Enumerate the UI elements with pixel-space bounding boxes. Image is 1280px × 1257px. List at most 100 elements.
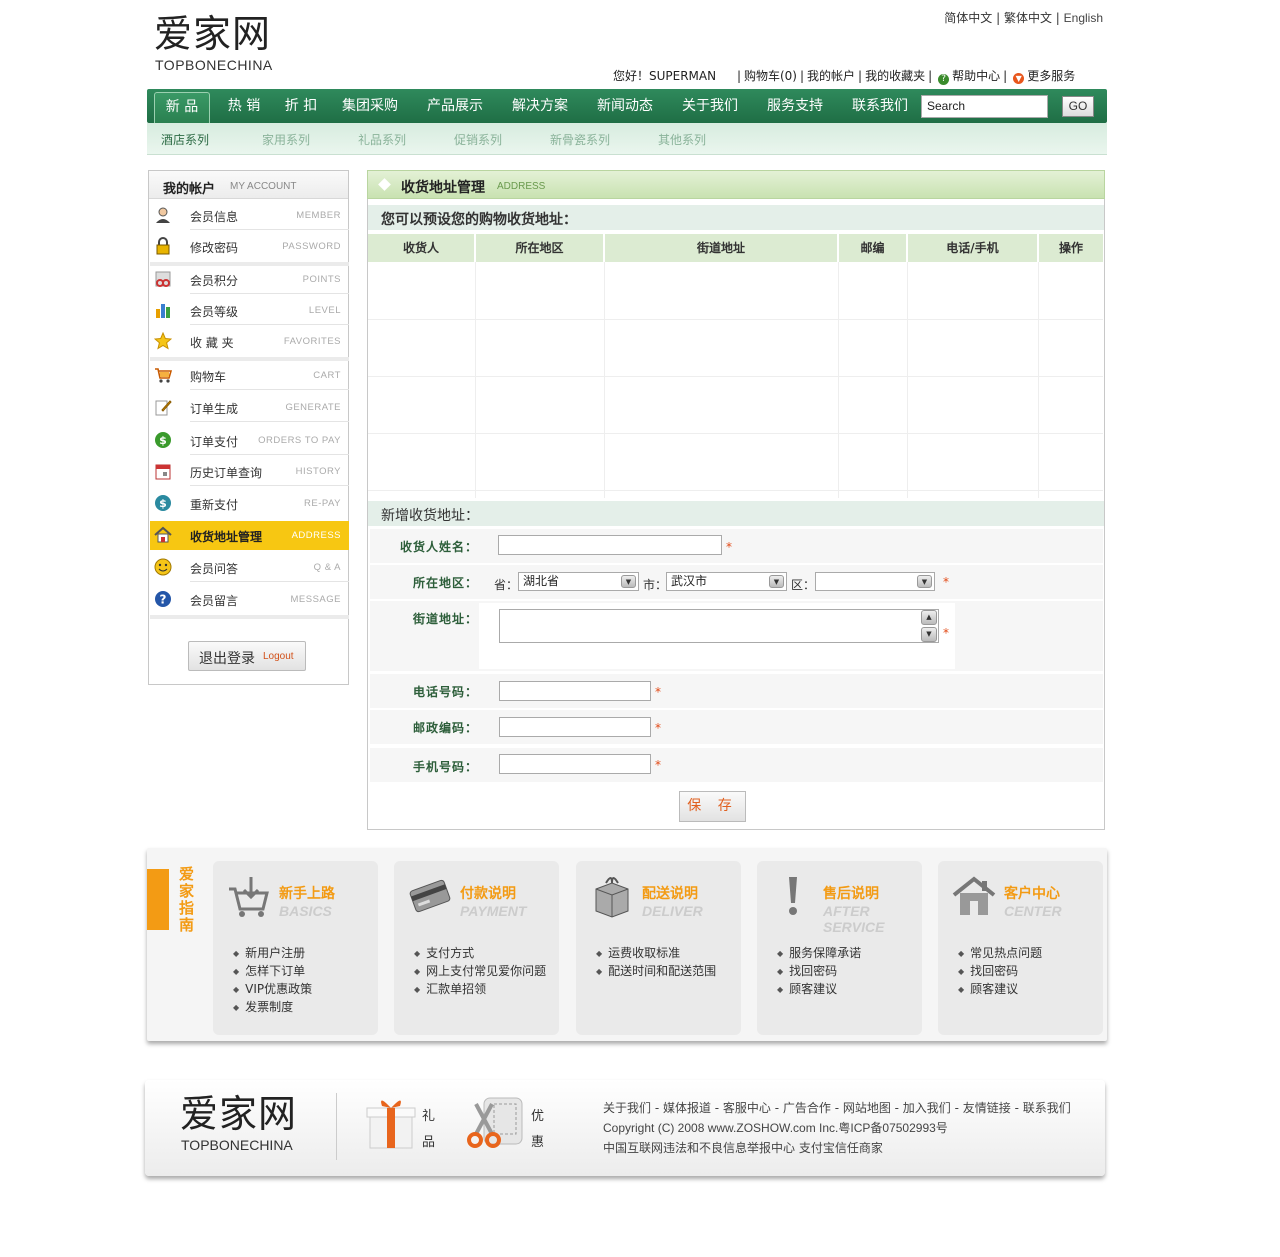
sidebar-item-password[interactable]: 修改密码 PASSWORD <box>150 232 349 261</box>
help-link[interactable]: 帮助中心 <box>952 69 1000 83</box>
sub-nav: 酒店系列 家用系列 礼品系列 促销系列 新骨瓷系列 其他系列 <box>147 123 1107 155</box>
guide-link[interactable]: 发票制度 <box>233 998 312 1016</box>
guide-link[interactable]: 常见热点问题 <box>958 944 1042 962</box>
city-select[interactable]: 武汉市 ▼ <box>666 572 787 591</box>
cart-link[interactable]: 购物车(0) <box>744 69 797 83</box>
nav-item-new[interactable]: 新 品 <box>154 92 210 123</box>
guide-link[interactable]: 新用户注册 <box>233 944 312 962</box>
guide-card-list: 服务保障承诺 找回密码 顾客建议 <box>777 944 861 998</box>
sidebar-item-label-en: RE-PAY <box>304 498 341 509</box>
add-section-header: 新增收货地址： <box>368 500 1104 526</box>
sidebar-item-label-en: POINTS <box>302 274 341 285</box>
house-icon <box>952 876 996 915</box>
lang-traditional-link[interactable]: 繁体中文 <box>1004 11 1052 25</box>
nav-item-products[interactable]: 产品展示 <box>419 89 491 123</box>
coupon-scissors-icon[interactable] <box>464 1094 526 1152</box>
guide-link[interactable]: VIP优惠政策 <box>233 980 312 998</box>
guide-link[interactable]: 顾客建议 <box>958 980 1042 998</box>
nav-item-group-buy[interactable]: 集团采购 <box>334 89 406 123</box>
guide-link[interactable]: 顾客建议 <box>777 980 861 998</box>
subnav-bone-china[interactable]: 新骨瓷系列 <box>550 131 610 148</box>
sidebar-item-favorites[interactable]: 收 藏 夹 FAVORITES <box>150 327 349 356</box>
scroll-up-icon[interactable]: ▲ <box>921 610 937 625</box>
mobile-input[interactable] <box>499 754 651 774</box>
subnav-promo[interactable]: 促销系列 <box>454 131 502 148</box>
search-go-button[interactable]: GO <box>1062 96 1094 117</box>
sidebar-item-cart[interactable]: 购物车 CART <box>150 361 349 390</box>
sidebar-item-label-en: MESSAGE <box>290 594 341 605</box>
sidebar-item-address[interactable]: 收货地址管理 ADDRESS <box>150 521 349 550</box>
sidebar-item-repay[interactable]: $ 重新支付 RE-PAY <box>150 489 349 518</box>
sidebar-item-label-en: GENERATE <box>285 402 341 413</box>
subnav-hotel[interactable]: 酒店系列 <box>161 131 209 148</box>
address-table-header: 收货人 所在地区 街道地址 邮编 电话/手机 操作 <box>368 234 1103 262</box>
textarea-scrollbar[interactable]: ▲ ▼ <box>921 610 937 642</box>
nav-item-hot[interactable]: 热 销 <box>219 89 269 123</box>
zip-input[interactable] <box>499 717 651 737</box>
sidebar-item-label: 订单支付 <box>190 435 239 449</box>
nav-item-about[interactable]: 关于我们 <box>674 89 746 123</box>
guide-link[interactable]: 服务保障承诺 <box>777 944 861 962</box>
footer-nav-links[interactable]: 关于我们 - 媒体报道 - 客服中心 - 广告合作 - 网站地图 - 加入我们 … <box>603 1098 1071 1118</box>
gift-label-top: 礼 <box>422 1109 436 1124</box>
guide-link[interactable]: 配送时间和配送范围 <box>596 962 716 980</box>
sidebar-header: 我的帐户 MY ACCOUNT <box>149 171 348 199</box>
guide-link[interactable]: 网上支付常见爱你问题 <box>414 962 546 980</box>
logout-button[interactable]: 退出登录 Logout <box>188 641 306 671</box>
sidebar-item-label-en: Q & A <box>313 562 341 573</box>
nav-item-news[interactable]: 新闻动态 <box>589 89 661 123</box>
street-address-textarea[interactable] <box>499 609 939 643</box>
sidebar-item-points[interactable]: 会员积分 POINTS <box>150 265 349 294</box>
phone-input[interactable] <box>499 681 651 701</box>
subnav-gift[interactable]: 礼品系列 <box>358 131 406 148</box>
sidebar-item-orders-to-pay[interactable]: $ 订单支付 ORDERS TO PAY <box>150 426 349 455</box>
guide-link[interactable]: 运费收取标准 <box>596 944 716 962</box>
nav-item-solutions[interactable]: 解决方案 <box>504 89 576 123</box>
sidebar-item-message[interactable]: ? 会员留言 MESSAGE <box>150 585 349 614</box>
guide-link[interactable]: 找回密码 <box>958 962 1042 980</box>
subnav-other[interactable]: 其他系列 <box>658 131 706 148</box>
footer-notice[interactable]: 中国互联网违法和不良信息举报中心 支付宝信任商家 <box>603 1138 1071 1158</box>
nav-item-support[interactable]: 服务支持 <box>759 89 831 123</box>
sidebar-item-label: 会员积分 <box>190 274 239 288</box>
province-select[interactable]: 湖北省 ▼ <box>518 572 639 591</box>
recipient-name-input[interactable] <box>498 535 722 555</box>
sidebar-item-qa[interactable]: 会员问答 Q & A <box>150 553 349 582</box>
download-cart-icon <box>229 877 269 917</box>
user-bar: 您好！SUPERMAN | 购物车(0) | 我的帐户 | 我的收藏夹 |? 帮助中心 | ▼ 更多… <box>613 69 1076 85</box>
favorites-link[interactable]: 我的收藏夹 <box>865 69 925 83</box>
guide-link[interactable]: 支付方式 <box>414 944 546 962</box>
guide-link[interactable]: 汇款单招领 <box>414 980 546 998</box>
sidebar-item-member[interactable]: 会员信息 MEMBER <box>150 201 349 230</box>
more-services-link[interactable]: 更多服务 <box>1027 69 1075 83</box>
sidebar-item-level[interactable]: 会员等级 LEVEL <box>150 296 349 325</box>
sidebar-item-label-en: CART <box>313 370 341 381</box>
save-button[interactable]: 保 存 <box>679 791 746 822</box>
points-icon <box>155 271 171 287</box>
gift-icon[interactable] <box>364 1094 418 1150</box>
sidebar-item-history[interactable]: 历史订单查询 HISTORY <box>150 457 349 486</box>
search-input[interactable]: Search <box>921 95 1048 118</box>
nav-item-contact[interactable]: 联系我们 <box>844 89 916 123</box>
name-label: 收货人姓名： <box>399 540 478 554</box>
nav-item-discount[interactable]: 折 扣 <box>277 89 325 123</box>
my-account-link[interactable]: 我的帐户 <box>807 69 855 83</box>
site-logo[interactable]: 爱家网 <box>154 12 271 56</box>
sidebar-item-label-en: ORDERS TO PAY <box>258 435 341 446</box>
exclamation-icon <box>789 877 797 915</box>
greeting-text: 您好！SUPERMAN <box>613 69 717 83</box>
guide-card-payment: 付款说明 PAYMENT 支付方式 网上支付常见爱你问题 汇款单招领 <box>394 861 559 1035</box>
province-value: 湖北省 <box>523 574 560 588</box>
district-select[interactable]: ▼ <box>815 572 935 591</box>
guide-card-deliver: 配送说明 DELIVER 运费收取标准 配送时间和配送范围 <box>576 861 741 1035</box>
guide-link[interactable]: 找回密码 <box>777 962 861 980</box>
lang-simplified-link[interactable]: 简体中文 <box>944 11 992 25</box>
scroll-down-icon[interactable]: ▼ <box>921 627 937 642</box>
guide-card-after-service: 售后说明 AFTER SERVICE 服务保障承诺 找回密码 顾客建议 <box>757 861 922 1035</box>
sidebar-item-label-en: MEMBER <box>296 210 341 221</box>
calendar-icon <box>155 464 171 480</box>
lang-english-link[interactable]: English <box>1064 11 1103 25</box>
sidebar-item-generate[interactable]: 订单生成 GENERATE <box>150 393 349 422</box>
subnav-home[interactable]: 家用系列 <box>262 131 310 148</box>
guide-link[interactable]: 怎样下订单 <box>233 962 312 980</box>
